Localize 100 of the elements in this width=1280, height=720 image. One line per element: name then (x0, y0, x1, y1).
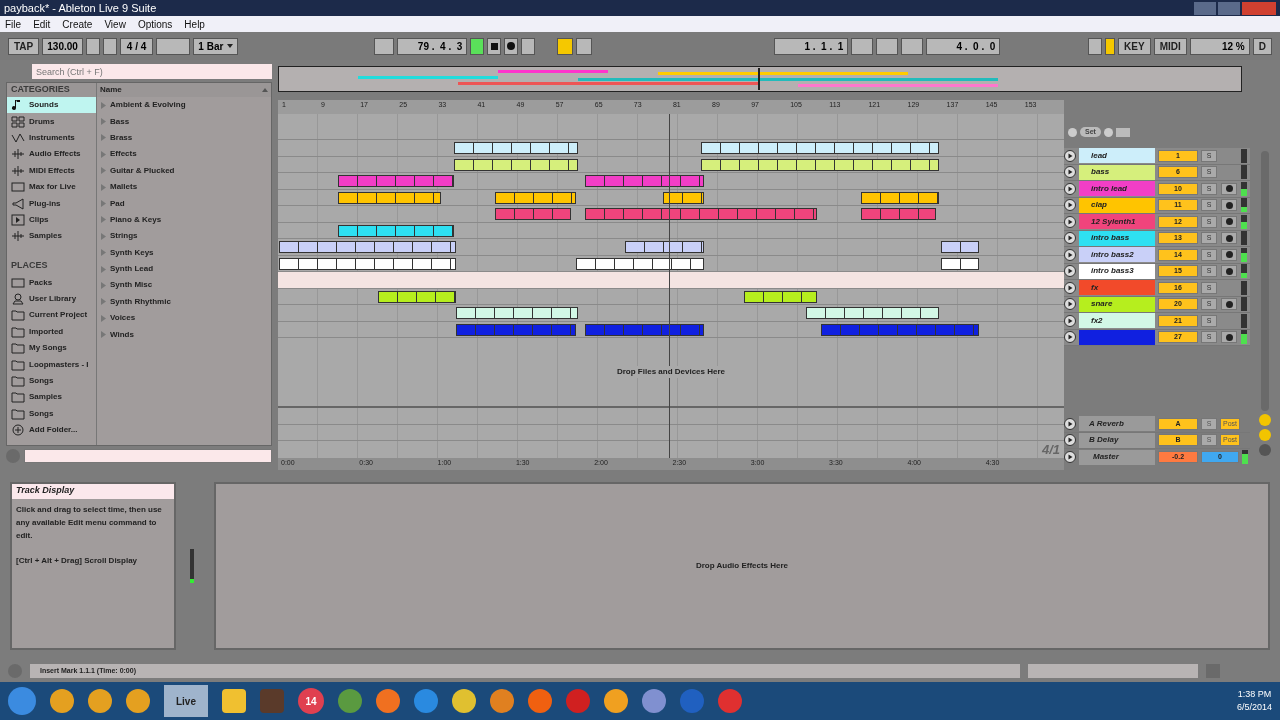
category-item[interactable]: Plug-ins (7, 195, 96, 212)
app-icon[interactable] (528, 689, 552, 713)
track-lane[interactable] (278, 206, 1064, 223)
app-icon[interactable] (126, 689, 150, 713)
loop-start-field[interactable]: 1 . 1 . 1 (774, 37, 849, 55)
record-button[interactable] (504, 37, 519, 55)
menu-item[interactable]: Options (137, 16, 173, 32)
track-lane[interactable] (278, 272, 1064, 289)
track-lane[interactable] (278, 288, 1064, 305)
place-item[interactable]: Imported (7, 323, 96, 341)
loop-length-field[interactable]: 4 . 0 . 0 (926, 37, 1001, 55)
clip[interactable] (456, 307, 578, 319)
clip[interactable] (701, 142, 939, 154)
browser-item[interactable]: Synth Keys (97, 244, 271, 261)
track-name[interactable]: A Reverb (1079, 416, 1155, 432)
start-icon[interactable] (8, 687, 36, 715)
track-name[interactable]: 12 Sylenth1 (1079, 214, 1155, 230)
automation-button[interactable] (557, 37, 574, 55)
arm-button[interactable] (1221, 331, 1237, 344)
play-icon[interactable] (1064, 265, 1076, 278)
column-header[interactable]: Name (97, 83, 271, 97)
play-button[interactable] (470, 37, 485, 55)
clip[interactable] (279, 257, 456, 270)
arrangement-canvas[interactable]: Drop Files and Devices Here 4/1 (278, 114, 1064, 458)
clip[interactable] (701, 158, 939, 171)
play-icon[interactable] (1064, 149, 1076, 162)
app-icon[interactable] (452, 689, 476, 713)
metronome-button[interactable] (156, 37, 191, 55)
app-icon[interactable] (88, 689, 112, 713)
play-icon[interactable] (1064, 417, 1076, 430)
place-item[interactable]: Songs (7, 372, 96, 390)
app-icon[interactable] (376, 689, 400, 713)
clip[interactable] (454, 158, 578, 171)
clip[interactable] (585, 208, 817, 220)
quantize-dropdown[interactable]: 1 Bar (193, 37, 239, 55)
browser-item[interactable]: Brass (97, 129, 271, 147)
arm-button[interactable] (1221, 298, 1237, 311)
browser-item[interactable]: Pad (97, 195, 271, 212)
browser-item[interactable]: Synth Rhythmic (97, 293, 271, 311)
return-toggle-icon[interactable] (1259, 429, 1271, 441)
add-button[interactable] (521, 37, 536, 55)
track-name[interactable]: intro bass2 (1079, 247, 1155, 263)
clip[interactable] (338, 191, 441, 204)
arm-button[interactable] (1221, 199, 1237, 212)
category-item[interactable]: Samples (7, 228, 96, 245)
track-lane[interactable] (278, 189, 1064, 206)
category-item[interactable]: Max for Live (7, 178, 96, 196)
browser-item[interactable]: Synth Misc (97, 277, 271, 294)
browser-item[interactable]: Voices (97, 310, 271, 327)
menu-item[interactable]: File (5, 16, 22, 32)
track-name[interactable]: intro lead (1079, 181, 1155, 197)
clip[interactable] (495, 208, 571, 220)
arm-button[interactable] (1221, 182, 1237, 195)
midi-map-button[interactable]: MIDI (1153, 37, 1187, 55)
clip[interactable] (806, 307, 939, 319)
play-icon[interactable] (1064, 248, 1076, 261)
disk-indicator[interactable]: D (1252, 37, 1272, 55)
punch-out-button[interactable] (901, 37, 924, 55)
place-item[interactable]: Songs (7, 405, 96, 423)
place-item[interactable]: Packs (7, 274, 96, 291)
track-lane[interactable] (278, 305, 1064, 322)
tap-button[interactable]: TAP (8, 37, 40, 55)
app-icon[interactable] (604, 689, 628, 713)
play-icon[interactable] (1064, 215, 1076, 228)
clip[interactable] (663, 191, 704, 204)
arm-button[interactable] (1221, 232, 1237, 245)
arm-button[interactable] (1221, 215, 1237, 228)
category-item[interactable]: Clips (7, 211, 96, 229)
play-icon[interactable] (1064, 281, 1076, 294)
arm-button[interactable] (1221, 248, 1237, 261)
clip[interactable] (941, 241, 979, 253)
category-item[interactable]: Audio Effects (7, 146, 96, 163)
clip[interactable] (454, 142, 578, 154)
track-lane[interactable] (278, 140, 1064, 157)
track-lane[interactable] (278, 173, 1064, 190)
app-icon[interactable] (414, 689, 438, 713)
position-field[interactable]: 79 . 4 . 3 (397, 37, 468, 55)
app-icon[interactable] (50, 689, 74, 713)
browser-item[interactable]: Ambient & Evolving (97, 97, 271, 114)
clip[interactable] (378, 290, 456, 303)
play-icon[interactable] (1064, 182, 1076, 195)
clip[interactable] (821, 323, 979, 336)
play-icon[interactable] (1064, 331, 1076, 344)
play-icon[interactable] (1064, 434, 1076, 447)
play-icon[interactable] (1064, 199, 1076, 212)
back-button[interactable] (576, 37, 593, 55)
clip[interactable] (576, 257, 704, 270)
return-toggle-icon[interactable] (1259, 414, 1271, 426)
place-item[interactable]: My Songs (7, 340, 96, 357)
minimize-button[interactable] (1194, 1, 1216, 15)
browser-item[interactable]: Winds (97, 326, 271, 343)
category-item[interactable]: Drums (7, 113, 96, 130)
clip[interactable] (456, 323, 576, 336)
app-badge-icon[interactable]: 14 (298, 688, 324, 714)
clip[interactable] (941, 257, 979, 270)
menu-item[interactable]: Help (184, 16, 205, 32)
browser-item[interactable]: Synth Lead (97, 260, 271, 278)
clip[interactable] (625, 241, 704, 253)
browser-item[interactable]: Bass (97, 113, 271, 130)
track-lane[interactable] (278, 321, 1064, 338)
